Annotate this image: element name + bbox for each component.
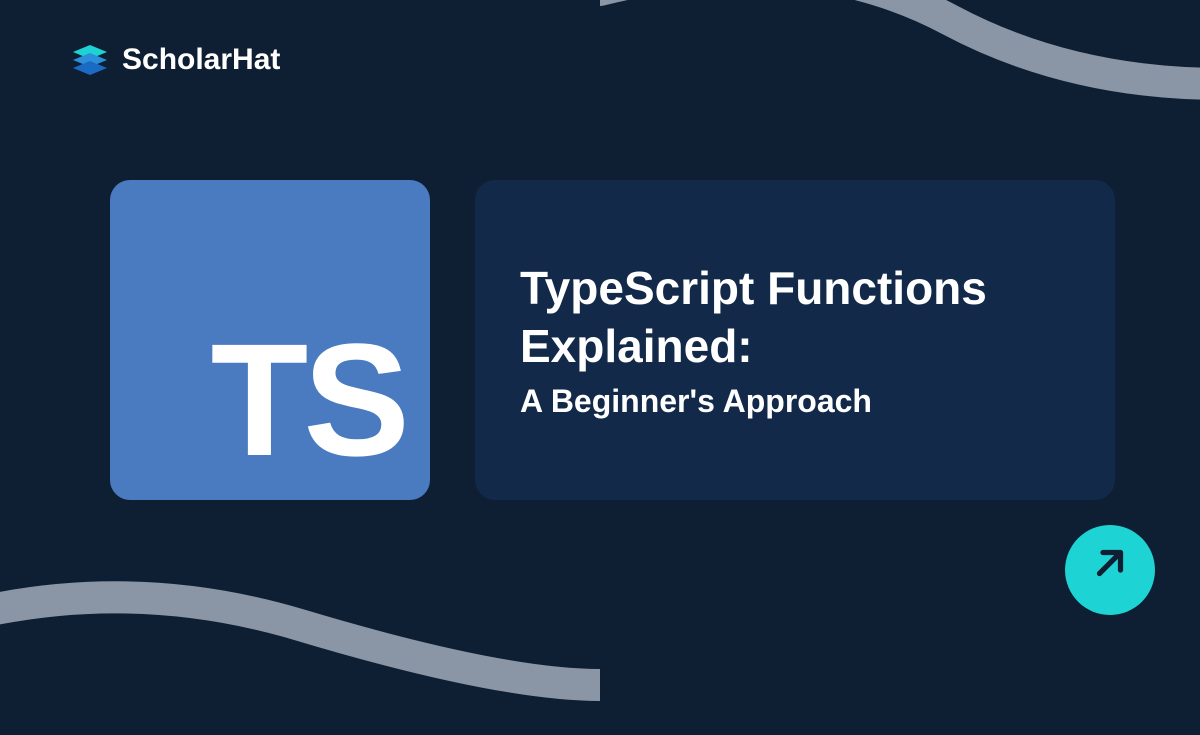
brand-name: ScholarHat [122,43,280,77]
title-subtitle: A Beginner's Approach [520,383,1070,420]
next-arrow-button[interactable] [1065,525,1155,615]
title-card: TypeScript Functions Explained: A Beginn… [475,180,1115,500]
decorative-curve-top [600,0,1200,160]
title-main: TypeScript Functions Explained: [520,260,1070,375]
scholarhat-logo-icon [70,40,110,80]
typescript-badge-text: TS [211,320,405,480]
typescript-badge: TS [110,180,430,500]
decorative-curve-bottom [0,535,600,735]
logo: ScholarHat [70,40,280,80]
arrow-up-right-icon [1089,542,1131,594]
